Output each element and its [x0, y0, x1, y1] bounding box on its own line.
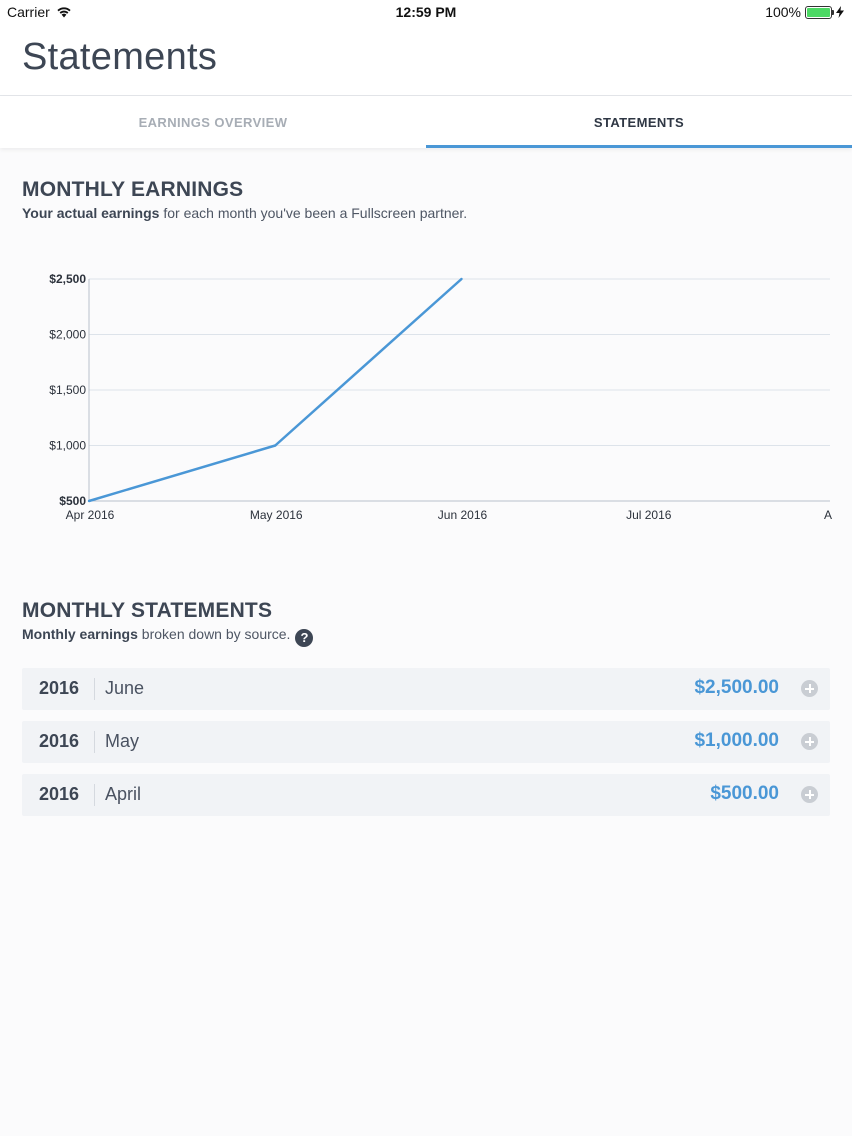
- x-tick-label: Apr 2016: [66, 508, 115, 522]
- battery-percent: 100%: [765, 4, 801, 20]
- y-tick-label: $500: [59, 494, 86, 508]
- statement-month: May: [105, 731, 140, 751]
- earnings-data-point: [460, 277, 463, 281]
- row-divider: [94, 678, 95, 700]
- monthly-earnings-subtitle-bold: Your actual earnings: [22, 205, 160, 221]
- statement-month: June: [105, 678, 145, 698]
- monthly-earnings-subtitle: Your actual earnings for each month you'…: [22, 205, 467, 221]
- monthly-earnings-title: MONTHLY EARNINGS: [22, 178, 244, 201]
- monthly-statements-title: MONTHLY STATEMENTS: [22, 599, 273, 622]
- active-tab-indicator: [426, 145, 852, 148]
- statement-row-may[interactable]: 2016 May $1,000.00: [22, 721, 830, 763]
- row-divider: [94, 731, 95, 753]
- monthly-statements-subtitle-rest: broken down by source.: [137, 626, 291, 642]
- expand-plus-icon[interactable]: [801, 786, 818, 803]
- statement-year: 2016: [39, 784, 80, 804]
- earnings-data-point: [274, 444, 277, 447]
- tab-statements[interactable]: STATEMENTS: [426, 96, 852, 148]
- y-tick-label: $1,000: [49, 439, 86, 453]
- x-tick-label: Jul 2016: [626, 508, 672, 522]
- y-tick-label: $2,500: [49, 272, 86, 286]
- expand-plus-icon[interactable]: [801, 733, 818, 750]
- statement-amount: $500.00: [710, 783, 779, 804]
- tab-bar: EARNINGS OVERVIEW STATEMENTS: [0, 96, 852, 148]
- earnings-data-point: [87, 499, 91, 503]
- y-tick-label: $2,000: [49, 328, 86, 342]
- page-header: Statements: [0, 24, 852, 96]
- statement-year: 2016: [39, 678, 80, 698]
- x-tick-label: A: [824, 508, 832, 522]
- status-time: 12:59 PM: [395, 4, 457, 20]
- statement-row-april[interactable]: 2016 April $500.00: [22, 774, 830, 816]
- y-tick-label: $1,500: [49, 383, 86, 397]
- statement-row-june[interactable]: 2016 June $2,500.00: [22, 668, 830, 710]
- monthly-earnings-subtitle-rest: for each month you've been a Fullscreen …: [159, 205, 468, 221]
- earnings-line-chart: $500 $1,000 $1,500 $2,000 $2,500 Apr 2016 May …: [49, 272, 832, 522]
- status-battery-group: 100%: [765, 4, 844, 20]
- monthly-statements-subtitle-bold: Monthly earnings: [22, 626, 138, 642]
- help-icon[interactable]: ?: [295, 628, 314, 647]
- statement-amount: $2,500.00: [694, 677, 779, 698]
- statement-amount: $1,000.00: [694, 730, 779, 751]
- statement-month: April: [105, 784, 142, 804]
- row-divider: [94, 784, 95, 806]
- charging-bolt-icon: [836, 6, 844, 18]
- tab-earnings-overview[interactable]: EARNINGS OVERVIEW: [0, 96, 426, 148]
- expand-plus-icon[interactable]: [801, 680, 818, 697]
- monthly-statements-subtitle: Monthly earnings broken down by source.?: [22, 626, 314, 647]
- x-tick-label: Jun 2016: [438, 508, 488, 522]
- x-tick-label: May 2016: [250, 508, 303, 522]
- statement-year: 2016: [39, 731, 80, 751]
- page-title: Statements: [22, 36, 218, 78]
- battery-icon: [805, 5, 834, 19]
- status-bar: Carrier 12:59 PM 100%: [0, 0, 852, 24]
